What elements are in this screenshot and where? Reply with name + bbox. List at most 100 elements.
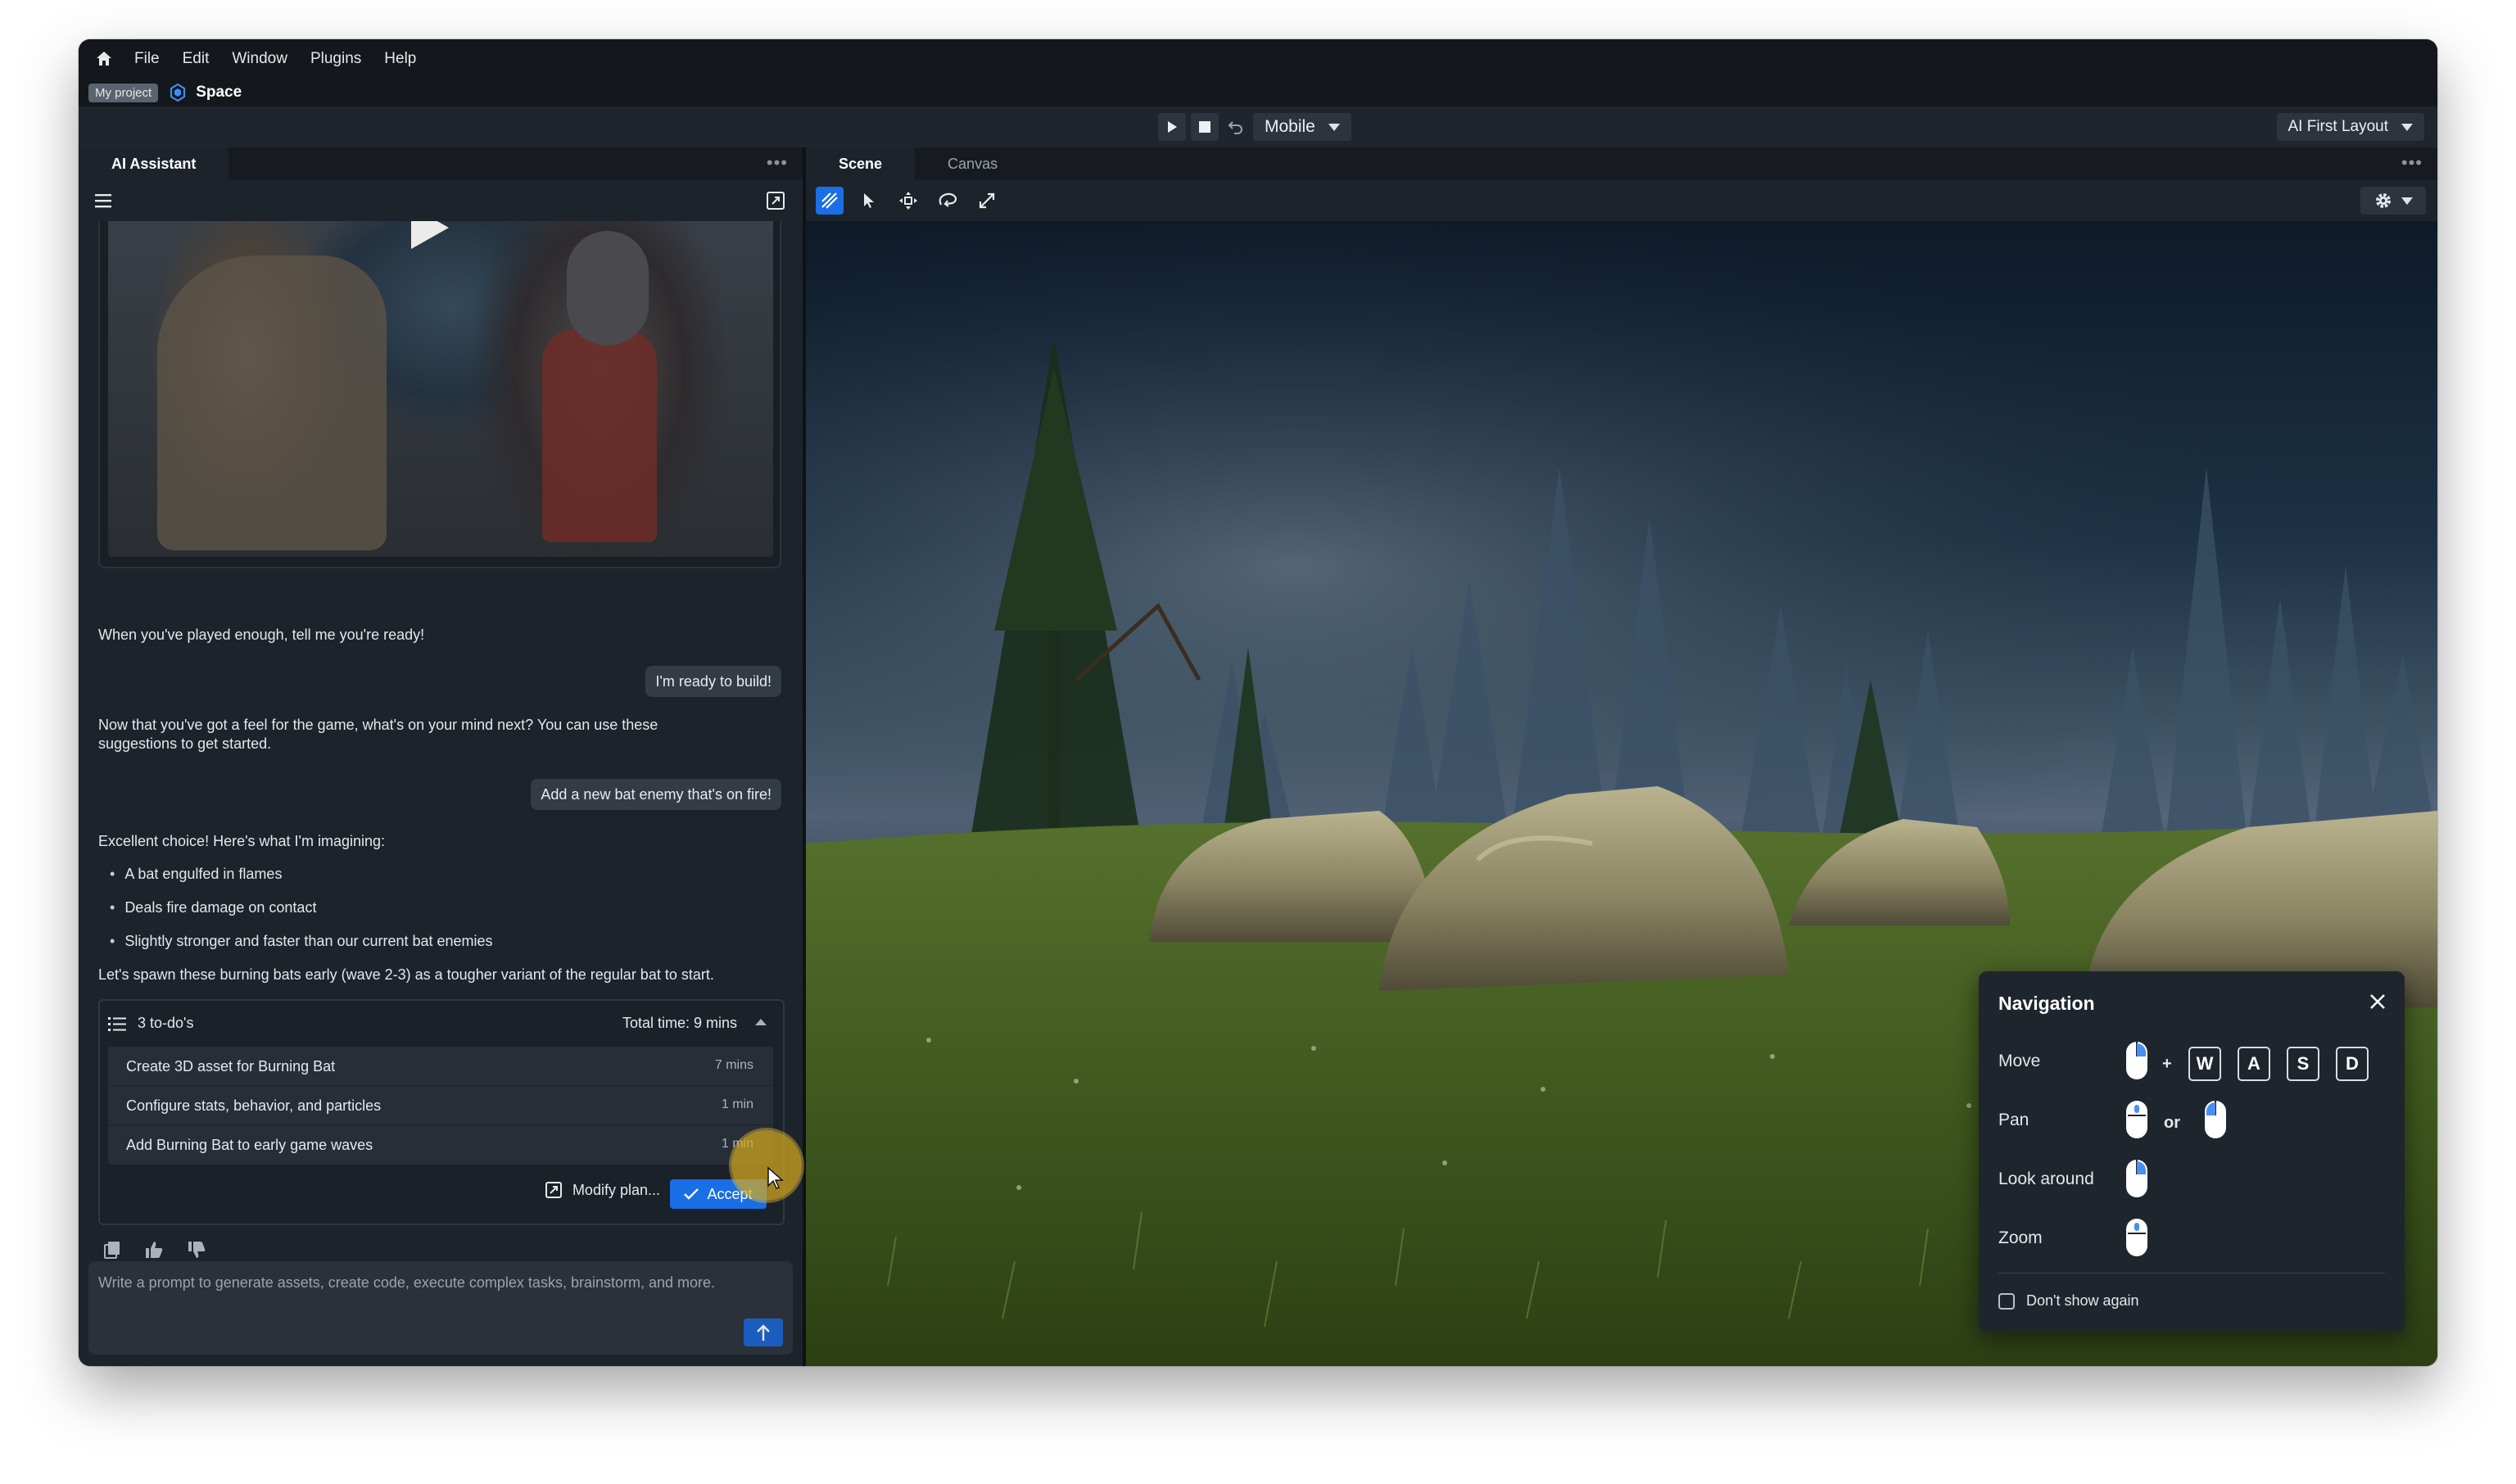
menu-bar: File Edit Window Plugins Help — [79, 39, 2437, 79]
more-options-icon[interactable]: ••• — [2401, 152, 2423, 174]
stop-button[interactable] — [1191, 113, 1219, 141]
divider — [1998, 1273, 2385, 1274]
mouse-pointer-icon — [767, 1166, 784, 1189]
feedback-actions — [103, 1240, 206, 1260]
modify-plan-label: Modify plan... — [572, 1181, 660, 1198]
play-video-icon[interactable] — [411, 221, 449, 249]
look-around-label: Look around — [1998, 1170, 2094, 1188]
chevron-up-icon[interactable] — [755, 1019, 767, 1025]
mouse-right-click-icon — [2126, 1042, 2147, 1079]
thumbs-up-icon[interactable] — [144, 1240, 164, 1260]
rotate-tool-button[interactable] — [934, 187, 962, 215]
layout-dropdown[interactable]: AI First Layout — [2276, 113, 2424, 141]
assistant-message: Excellent choice! Here's what I'm imagin… — [98, 833, 386, 849]
plan-header[interactable]: 3 to-do's Total time: 9 mins — [100, 1001, 783, 1047]
menu-help[interactable]: Help — [384, 50, 416, 68]
user-message: I'm ready to build! — [645, 666, 781, 697]
mouse-middle-click-icon — [2126, 1101, 2147, 1138]
assistant-header — [79, 180, 803, 221]
scene-settings-dropdown[interactable] — [2360, 187, 2426, 215]
key-s: S — [2287, 1047, 2319, 1081]
plan-actions: Modify plan... Accept — [100, 1173, 783, 1212]
list-item: Slightly stronger and faster than our cu… — [110, 933, 492, 950]
main-toolbar: Mobile AI First Layout — [79, 106, 2437, 147]
todo-count: 3 to-do's — [138, 1015, 194, 1031]
mouse-left-click-icon — [2205, 1101, 2226, 1138]
chevron-down-icon — [2401, 123, 2413, 131]
chevron-down-icon — [1328, 123, 1340, 131]
navigation-title: Navigation — [1998, 993, 2095, 1014]
task-row[interactable]: Configure stats, behavior, and particles… — [108, 1086, 773, 1125]
new-chat-icon[interactable] — [765, 190, 786, 211]
thumbs-down-icon[interactable] — [187, 1240, 206, 1260]
menu-window[interactable]: Window — [232, 50, 287, 68]
assistant-message: Now that you've got a feel for the game,… — [98, 717, 658, 752]
menu-edit[interactable]: Edit — [183, 50, 210, 68]
total-time: Total time: 9 mins — [622, 1015, 737, 1031]
gear-icon — [2376, 193, 2391, 208]
space-logo-icon — [170, 83, 186, 102]
todo-plan-card: 3 to-do's Total time: 9 mins Create 3D a… — [98, 999, 785, 1225]
mouse-right-drag-icon — [2126, 1160, 2147, 1197]
checklist-icon — [108, 1017, 126, 1031]
select-icon — [864, 193, 874, 208]
menu-plugins[interactable]: Plugins — [310, 50, 361, 68]
task-row[interactable]: Add Burning Bat to early game waves 1 mi… — [108, 1125, 773, 1164]
copy-icon[interactable] — [103, 1240, 121, 1260]
transform-icon — [899, 192, 917, 210]
platform-label: Mobile — [1265, 117, 1315, 136]
task-name: Add Burning Bat to early game waves — [126, 1137, 373, 1153]
dont-show-again-checkbox[interactable]: Don't show again — [1998, 1292, 2139, 1310]
play-icon — [1168, 121, 1177, 133]
tab-ai-assistant[interactable]: AI Assistant — [79, 147, 229, 180]
menu-icon[interactable] — [95, 193, 111, 208]
zoom-label: Zoom — [1998, 1228, 2043, 1247]
transform-tool-button[interactable] — [894, 187, 922, 215]
space-chip[interactable]: Space — [168, 83, 242, 102]
task-name: Create 3D asset for Burning Bat — [126, 1058, 336, 1075]
assistant-message: Let's spawn these burning bats early (wa… — [98, 966, 714, 983]
close-icon[interactable] — [2369, 993, 2387, 1011]
assistant-message: When you've played enough, tell me you'r… — [98, 627, 425, 643]
plus-sign: + — [2162, 1055, 2172, 1073]
task-duration: 7 mins — [714, 1058, 753, 1072]
tab-canvas[interactable]: Canvas — [915, 147, 1030, 180]
video-frame — [108, 221, 773, 557]
project-tag[interactable]: My project — [88, 83, 159, 102]
modify-plan-button[interactable]: Modify plan... — [545, 1181, 660, 1199]
move-label: Move — [1998, 1052, 2041, 1070]
tab-scene[interactable]: Scene — [806, 147, 916, 180]
task-duration: 1 min — [721, 1097, 753, 1111]
key-a: A — [2238, 1047, 2270, 1081]
checkbox-box[interactable] — [1998, 1292, 2015, 1310]
scene-tab-row: Scene Canvas ••• — [806, 147, 2437, 180]
mouse-scroll-icon — [2126, 1219, 2147, 1256]
reset-button[interactable] — [1224, 113, 1248, 141]
send-button[interactable] — [744, 1319, 783, 1346]
app-window: File Edit Window Plugins Help My project… — [79, 39, 2437, 1366]
move-tool-button[interactable] — [816, 187, 844, 215]
select-tool-button[interactable] — [855, 187, 883, 215]
play-button[interactable] — [1158, 113, 1186, 141]
left-tab-row: AI Assistant ••• — [79, 147, 803, 180]
check-icon — [684, 1188, 699, 1200]
key-d: D — [2336, 1047, 2369, 1081]
platform-dropdown[interactable]: Mobile — [1253, 113, 1351, 141]
task-row[interactable]: Create 3D asset for Burning Bat 7 mins — [108, 1047, 773, 1086]
user-message: Add a new bat enemy that's on fire! — [531, 779, 781, 810]
list-item: A bat engulfed in flames — [110, 866, 282, 883]
prompt-input[interactable] — [88, 1261, 780, 1337]
scale-icon — [979, 192, 995, 209]
nav-row-pan: Pan or — [1998, 1096, 2392, 1145]
dont-show-again-label: Don't show again — [2026, 1292, 2139, 1309]
gameplay-video[interactable] — [98, 221, 781, 568]
task-name: Configure stats, behavior, and particles — [126, 1097, 382, 1114]
scale-tool-button[interactable] — [973, 187, 1001, 215]
undo-icon — [1228, 121, 1242, 134]
more-options-icon[interactable]: ••• — [767, 152, 788, 174]
navigation-popup: Navigation Move + W A S D Pan or Look ar… — [1979, 971, 2405, 1332]
menu-file[interactable]: File — [134, 50, 160, 68]
ai-assistant-panel: AI Assistant ••• When you've played enou… — [79, 147, 803, 1366]
home-icon[interactable] — [95, 50, 113, 68]
space-label: Space — [196, 84, 242, 101]
